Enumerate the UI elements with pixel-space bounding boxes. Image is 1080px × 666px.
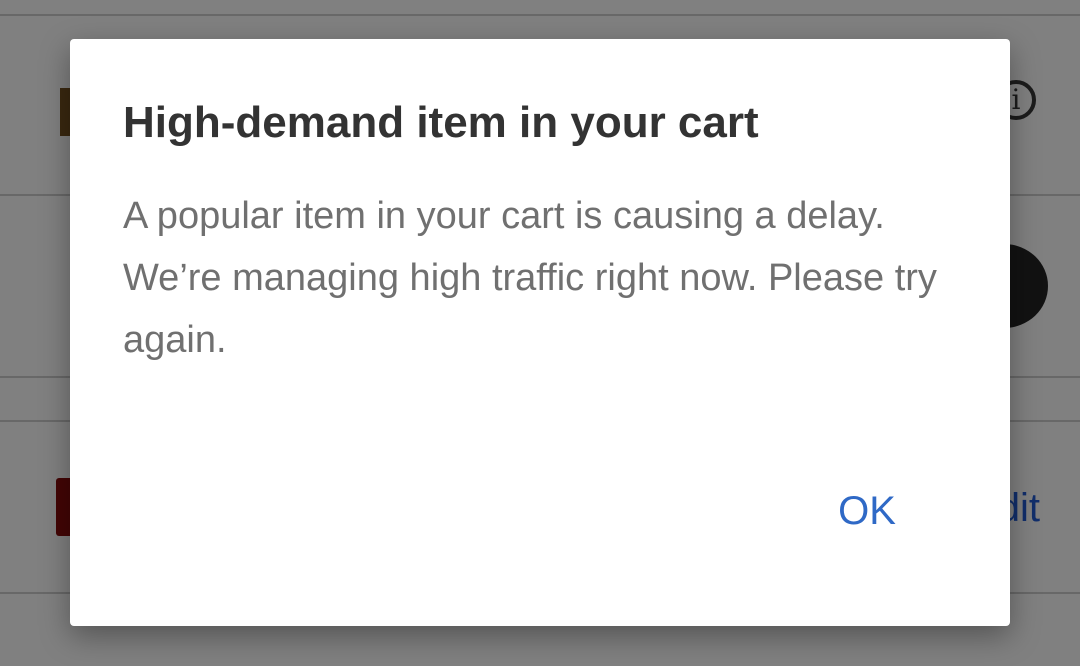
alert-dialog: High-demand item in your cart A popular … [70,39,1010,626]
dialog-message: A popular item in your cart is causing a… [123,195,937,361]
ok-button[interactable]: OK [822,483,912,539]
dialog-title: High-demand item in your cart [123,98,759,147]
page: i Edit High-demand item in your cart A p… [0,0,1080,666]
